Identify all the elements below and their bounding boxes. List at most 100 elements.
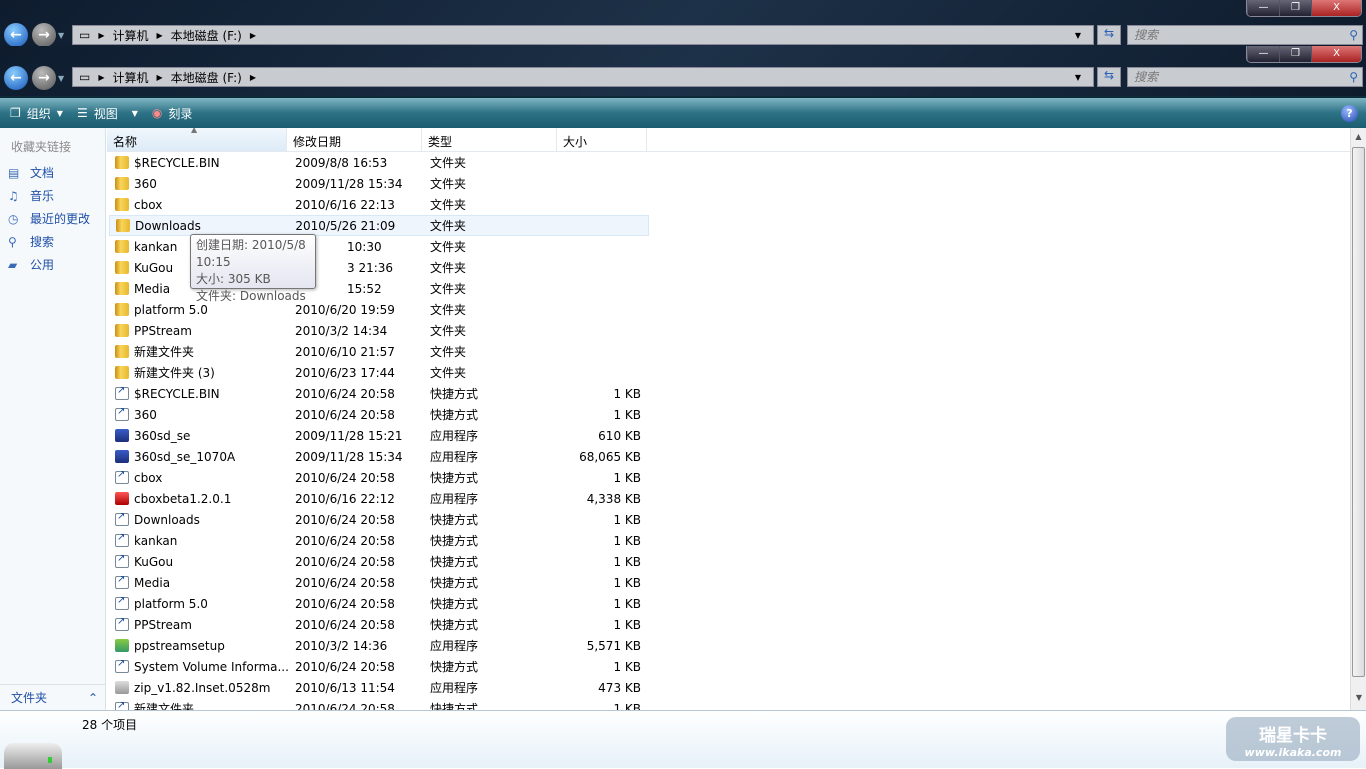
file-row[interactable]: Downloads 2010/5/26 21:09 文件夹	[109, 215, 649, 236]
back-button[interactable]: ←	[4, 66, 28, 90]
file-date: 2010/6/24 20:58	[295, 386, 395, 401]
file-row[interactable]: cboxbeta1.2.0.1 2010/6/16 22:12 应用程序 4,338 …	[109, 488, 1350, 509]
sidebar-item[interactable]: ◷ 最近的更改	[0, 207, 105, 230]
sidebar-item[interactable]: ▰ 公用	[0, 253, 105, 276]
search-input[interactable]: 搜索 ⚲	[1127, 25, 1363, 45]
address-bar[interactable]: ▭ ▶ 计算机 ▶ 本地磁盘 (F:) ▶ ▼	[72, 67, 1094, 87]
file-type: 文件夹	[430, 198, 467, 212]
folder-icon	[115, 177, 129, 190]
back-button[interactable]: ←	[4, 23, 28, 47]
close-button[interactable]: X	[1311, 46, 1361, 62]
maximize-button[interactable]: ❐	[1279, 0, 1311, 16]
file-row[interactable]: 360 2009/11/28 15:34 文件夹	[109, 173, 1350, 194]
file-date: 2010/3/2 14:36	[295, 638, 388, 653]
sidebar-item[interactable]: ♫ 音乐	[0, 184, 105, 207]
file-name: cboxbeta1.2.0.1	[134, 491, 232, 506]
folder-icon	[115, 198, 129, 211]
file-name: 360sd_se	[134, 428, 191, 443]
shortcut-icon	[115, 555, 129, 568]
address-dropdown[interactable]: ▼	[1075, 31, 1081, 40]
window-controls: — ❐ X	[1246, 46, 1362, 63]
scroll-up-button[interactable]: ▲	[1351, 128, 1366, 145]
file-type: 应用程序	[430, 681, 479, 695]
file-row[interactable]: System Volume Informa... 2010/6/24 20:58 快…	[109, 656, 1350, 677]
refresh-button[interactable]: ⇆	[1097, 25, 1121, 45]
file-size: 1 KB	[613, 533, 641, 548]
file-type: 文件夹	[430, 177, 467, 191]
search-icon[interactable]: ⚲	[1349, 68, 1358, 86]
minimize-button[interactable]: —	[1247, 0, 1279, 16]
window-frame: — ❐ X ← → ▼ ▭ ▶ 计算机 ▶ 本地磁盘 (F:) ▶ ▼ ⇆ 搜索 ⚲	[0, 46, 1366, 96]
file-type: 快捷方式	[430, 513, 479, 527]
address-bar[interactable]: ▭ ▶ 计算机 ▶ 本地磁盘 (F:) ▶ ▼	[72, 25, 1094, 45]
application-icon	[115, 429, 129, 442]
refresh-button[interactable]: ⇆	[1097, 67, 1121, 87]
breadcrumb-drive[interactable]: 本地磁盘 (F:)	[171, 69, 242, 86]
file-row[interactable]: 新建文件夹 2010/6/24 20:58 快捷方式 1 KB	[109, 698, 1350, 710]
file-size: 1 KB	[613, 554, 641, 569]
file-type: 快捷方式	[430, 408, 479, 422]
column-header-date[interactable]: 修改日期	[287, 128, 422, 151]
file-row[interactable]: PPStream 2010/6/24 20:58 快捷方式 1 KB	[109, 614, 1350, 635]
minimize-button[interactable]: —	[1247, 46, 1279, 62]
file-type: 文件夹	[430, 303, 467, 317]
file-row[interactable]: cbox 2010/6/16 22:13 文件夹	[109, 194, 1350, 215]
scroll-down-button[interactable]: ▼	[1351, 693, 1366, 710]
views-button[interactable]: ☰ 视图 ▼	[77, 105, 138, 122]
tooltip-size: 大小: 305 KB	[196, 272, 271, 286]
burn-button[interactable]: ◉ 刻录	[152, 105, 193, 122]
column-header-name[interactable]: ▲ 名称	[107, 128, 287, 151]
breadcrumb-computer[interactable]: 计算机	[113, 27, 149, 44]
scroll-thumb[interactable]	[1352, 147, 1365, 677]
history-dropdown[interactable]: ▼	[58, 31, 64, 40]
file-row[interactable]: 新建文件夹 (3) 2010/6/23 17:44 文件夹	[109, 362, 1350, 383]
file-row[interactable]: 360sd_se 2009/11/28 15:21 应用程序 610 KB	[109, 425, 1350, 446]
file-row[interactable]: 新建文件夹 2010/6/10 21:57 文件夹	[109, 341, 1350, 362]
breadcrumb-computer[interactable]: 计算机	[113, 69, 149, 86]
file-row[interactable]: 360sd_se_1070A 2009/11/28 15:34 应用程序 68,065…	[109, 446, 1350, 467]
file-name: PPStream	[134, 323, 192, 338]
address-dropdown[interactable]: ▼	[1075, 73, 1081, 82]
music-icon: ♫	[8, 188, 19, 203]
file-row[interactable]: ppstreamsetup 2010/3/2 14:36 应用程序 5,571 KB	[109, 635, 1350, 656]
column-header-size[interactable]: 大小	[557, 128, 647, 151]
breadcrumb-drive[interactable]: 本地磁盘 (F:)	[171, 27, 242, 44]
file-size: 5,571 KB	[586, 638, 641, 653]
file-row[interactable]: platform 5.0 2010/6/24 20:58 快捷方式 1 KB	[109, 593, 1350, 614]
folder-icon	[115, 156, 129, 169]
search-icon[interactable]: ⚲	[1349, 26, 1358, 44]
shortcut-icon	[115, 660, 129, 673]
shortcut-icon	[115, 597, 129, 610]
column-header-type[interactable]: 类型	[422, 128, 557, 151]
file-type: 文件夹	[430, 324, 467, 338]
file-date: 2010/6/24 20:58	[295, 659, 395, 674]
file-row[interactable]: Media 2010/6/24 20:58 快捷方式 1 KB	[109, 572, 1350, 593]
history-dropdown[interactable]: ▼	[58, 74, 64, 83]
file-row[interactable]: Downloads 2010/6/24 20:58 快捷方式 1 KB	[109, 509, 1350, 530]
recent-icon: ◷	[8, 211, 19, 226]
help-icon[interactable]: ?	[1341, 105, 1358, 122]
close-button[interactable]: X	[1311, 0, 1361, 16]
sidebar-item[interactable]: ▤ 文档	[0, 161, 105, 184]
organize-button[interactable]: ❐ 组织 ▼	[10, 105, 63, 122]
sidebar-item[interactable]: ⚲ 搜索	[0, 230, 105, 253]
file-row[interactable]: KuGou 2010/6/24 20:58 快捷方式 1 KB	[109, 551, 1350, 572]
file-row[interactable]: kankan 2010/6/24 20:58 快捷方式 1 KB	[109, 530, 1350, 551]
file-name: PPStream	[134, 617, 192, 632]
file-type: 文件夹	[430, 345, 467, 359]
file-name: Media	[134, 575, 171, 590]
file-row[interactable]: 360 2010/6/24 20:58 快捷方式 1 KB	[109, 404, 1350, 425]
views-icon: ☰	[76, 106, 88, 120]
search-input[interactable]: 搜索 ⚲	[1127, 67, 1363, 87]
file-row[interactable]: zip_v1.82.Inset.0528m 2010/6/13 11:54 应用程序…	[109, 677, 1350, 698]
vertical-scrollbar[interactable]: ▲ ▼	[1350, 128, 1366, 710]
file-type: 快捷方式	[430, 555, 479, 569]
maximize-button[interactable]: ❐	[1279, 46, 1311, 62]
file-row[interactable]: cbox 2010/6/24 20:58 快捷方式 1 KB	[109, 467, 1350, 488]
file-row[interactable]: $RECYCLE.BIN 2010/6/24 20:58 快捷方式 1 KB	[109, 383, 1350, 404]
forward-button[interactable]: →	[32, 66, 56, 90]
folders-toggle[interactable]: 文件夹 ⌃	[0, 684, 106, 710]
file-row[interactable]: $RECYCLE.BIN 2009/8/8 16:53 文件夹	[109, 152, 1350, 173]
forward-button[interactable]: →	[32, 23, 56, 47]
file-row[interactable]: PPStream 2010/3/2 14:34 文件夹	[109, 320, 1350, 341]
